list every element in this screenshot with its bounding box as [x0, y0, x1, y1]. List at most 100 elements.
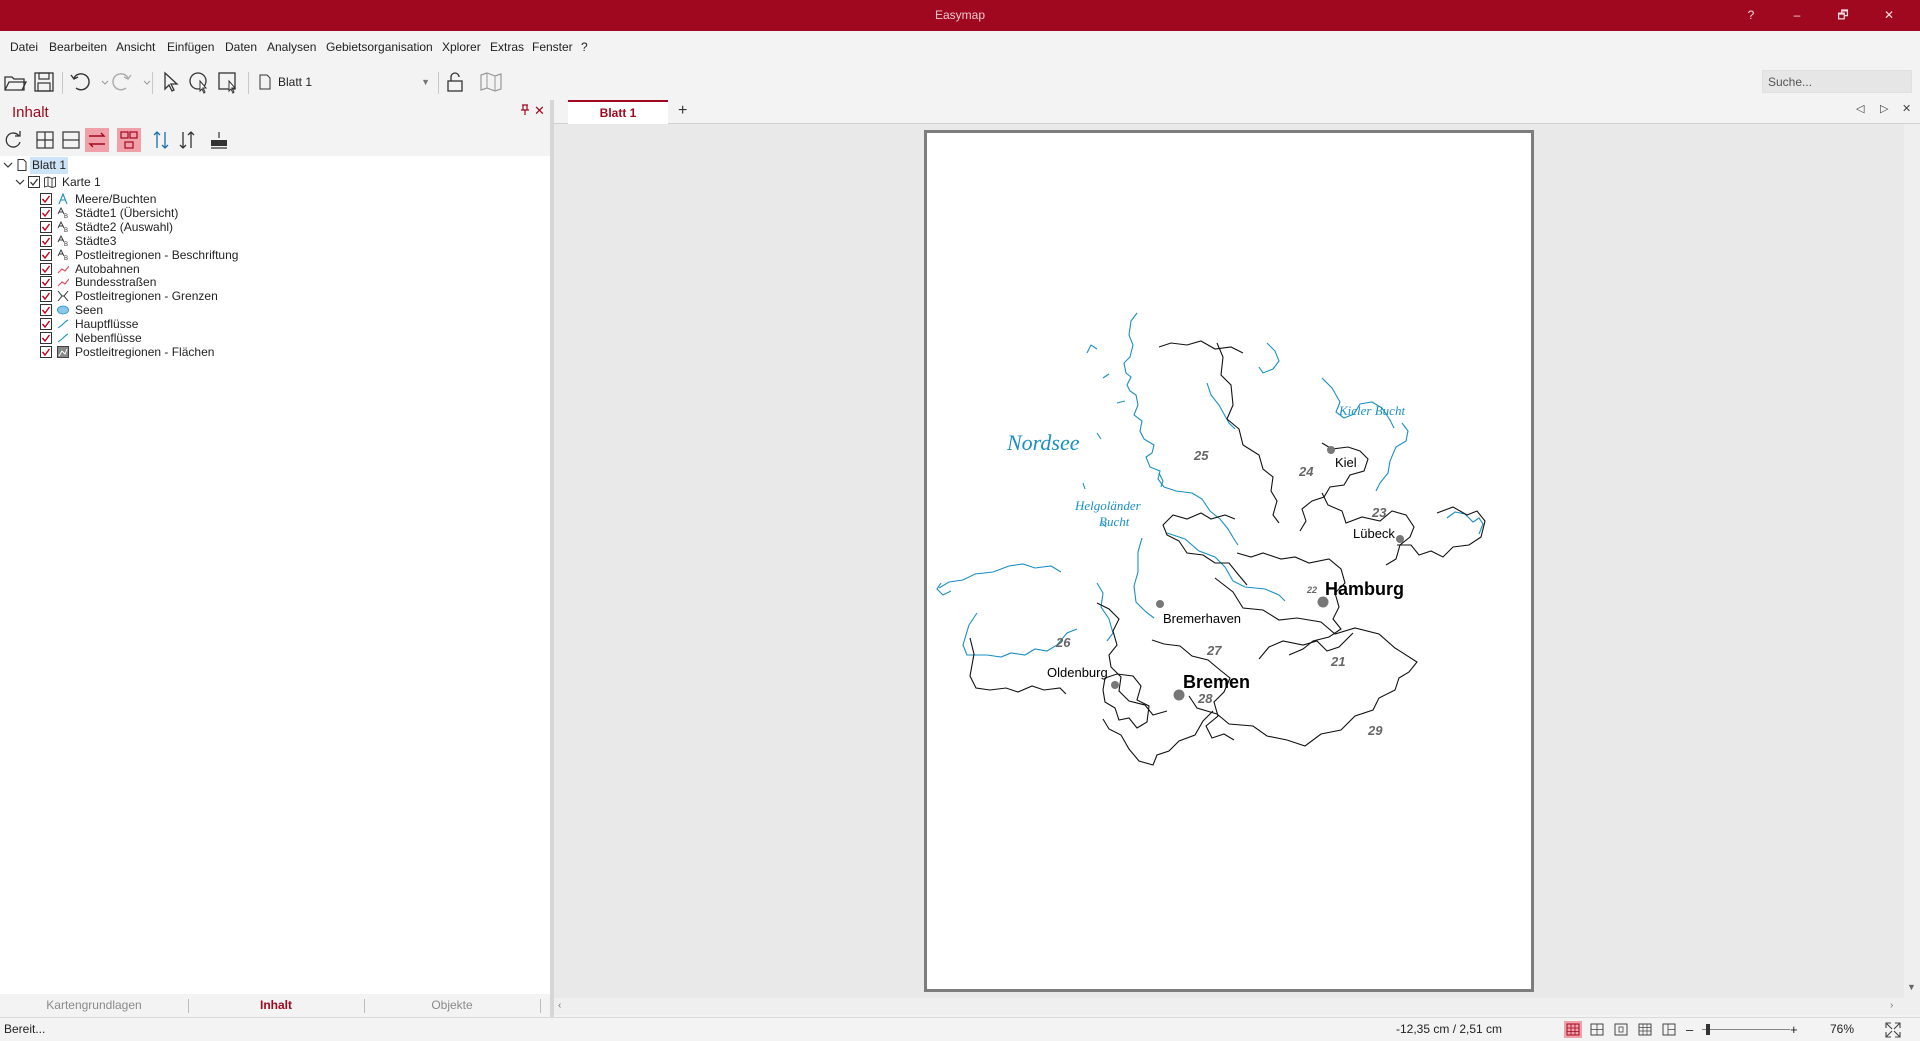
menu-daten[interactable]: Daten: [225, 31, 257, 64]
rect-select-icon[interactable]: [215, 69, 241, 95]
undo-dropdown-icon[interactable]: [92, 69, 109, 95]
menu-einfuegen[interactable]: Einfügen: [167, 31, 214, 64]
search-input[interactable]: [1762, 70, 1912, 93]
cursor-coordinates: -12,35 cm / 2,51 cm: [1396, 1022, 1503, 1036]
chevron-down-icon[interactable]: [2, 159, 14, 171]
restore-button[interactable]: 🗗: [1820, 0, 1866, 31]
circle-select-icon[interactable]: [186, 69, 212, 95]
menu-fenster[interactable]: Fenster: [532, 31, 573, 64]
zoom-out-button[interactable]: –: [1686, 1018, 1693, 1041]
lake-layer-icon: [57, 305, 69, 315]
map-drawing[interactable]: Nordsee Kieler Bucht Helgoländer Bucht 2…: [927, 133, 1531, 989]
close-button[interactable]: ✕: [1866, 0, 1912, 31]
toolbar: Blatt 1 ▼: [0, 64, 1920, 100]
tab-scroll-left-icon[interactable]: ◁: [1856, 102, 1864, 115]
tab-scroll-right-icon[interactable]: ▷: [1880, 102, 1888, 115]
checkbox-checked-icon[interactable]: [40, 318, 52, 331]
checkbox-checked-icon[interactable]: [40, 262, 52, 275]
scroll-down-icon[interactable]: ▼: [1907, 982, 1916, 992]
close-document-icon[interactable]: ✕: [1902, 102, 1911, 115]
sort-ascending-icon[interactable]: [149, 128, 173, 152]
checkbox-checked-icon[interactable]: [28, 176, 40, 188]
checkbox-checked-icon[interactable]: [40, 206, 52, 219]
layer-properties-icon[interactable]: [207, 128, 231, 152]
border-layer-icon: [57, 290, 69, 302]
road-layer-icon: [57, 265, 69, 273]
zoom-in-button[interactable]: +: [1790, 1018, 1798, 1041]
menu-datei[interactable]: Datei: [10, 31, 38, 64]
undo-icon[interactable]: [67, 69, 93, 95]
select-pointer-icon[interactable]: [157, 69, 183, 95]
pin-icon[interactable]: [520, 104, 530, 119]
page-view-icon[interactable]: [1612, 1021, 1630, 1038]
tab-blatt-1[interactable]: Blatt 1: [568, 100, 668, 124]
normal-view-icon[interactable]: [1564, 1021, 1582, 1038]
add-tab-button[interactable]: +: [678, 100, 687, 122]
lock-icon[interactable]: [442, 69, 468, 95]
map-view-icon[interactable]: [478, 69, 504, 95]
grid-view-icon[interactable]: [1588, 1021, 1606, 1038]
expand-all-icon[interactable]: [33, 128, 57, 152]
zoom-slider-track[interactable]: [1702, 1029, 1790, 1030]
menu-extras[interactable]: Extras: [490, 31, 524, 64]
map-icon: [44, 176, 56, 188]
help-button[interactable]: ?: [1728, 0, 1774, 31]
layer-tree: Blatt 1 Karte 1 Meere/Buchten B Städte1 (Ü…: [0, 156, 550, 994]
checkbox-checked-icon[interactable]: [40, 248, 52, 261]
redo-dropdown-icon[interactable]: [134, 69, 151, 95]
checkbox-checked-icon[interactable]: [40, 304, 52, 317]
vertical-scrollbar[interactable]: ▼: [1904, 124, 1920, 998]
city-dot-bremerhaven: [1156, 600, 1164, 608]
checkbox-checked-icon[interactable]: [40, 345, 52, 358]
region-label-26: 26: [1055, 635, 1071, 650]
zoom-slider-thumb[interactable]: [1705, 1024, 1710, 1035]
city-label-luebeck: Lübeck: [1353, 526, 1395, 541]
menu-analysen[interactable]: Analysen: [267, 31, 316, 64]
region-label-23: 23: [1371, 505, 1387, 520]
tree-root-row[interactable]: Blatt 1: [0, 157, 540, 174]
swap-order-icon[interactable]: [85, 128, 109, 152]
collapse-all-icon[interactable]: [59, 128, 83, 152]
menu-ansicht[interactable]: Ansicht: [116, 31, 155, 64]
menu-bearbeiten[interactable]: Bearbeiten: [49, 31, 107, 64]
checkbox-checked-icon[interactable]: [40, 276, 52, 289]
menu-xplorer[interactable]: Xplorer: [442, 31, 481, 64]
sort-descending-icon[interactable]: [175, 128, 199, 152]
panel-close-icon[interactable]: ✕: [534, 103, 545, 119]
tree-map-label: Karte 1: [62, 175, 101, 189]
checkbox-checked-icon[interactable]: [40, 290, 52, 303]
layer-row[interactable]: Postleitregionen - Flächen: [0, 344, 540, 361]
checkbox-checked-icon[interactable]: [40, 193, 52, 205]
table-view-icon[interactable]: [1636, 1021, 1654, 1038]
minimize-button[interactable]: –: [1774, 0, 1820, 31]
open-icon[interactable]: [2, 69, 28, 95]
tree-map-row[interactable]: Karte 1: [0, 174, 540, 191]
chevron-down-icon[interactable]: [14, 176, 26, 188]
map-page[interactable]: Nordsee Kieler Bucht Helgoländer Bucht 2…: [924, 130, 1534, 992]
scroll-right-icon[interactable]: ›: [1890, 1000, 1893, 1011]
split-view-icon[interactable]: [1660, 1021, 1678, 1038]
coastline-water: [936, 312, 1484, 658]
city-dot-oldenburg: [1111, 681, 1119, 689]
refresh-icon[interactable]: [1, 128, 25, 152]
scroll-left-icon[interactable]: ‹: [558, 1000, 561, 1011]
tab-objekte[interactable]: Objekte: [364, 994, 540, 1017]
tab-inhalt[interactable]: Inhalt: [188, 994, 364, 1017]
region-borders: [969, 340, 1486, 766]
checkbox-checked-icon[interactable]: [40, 332, 52, 344]
horizontal-scrollbar[interactable]: ‹ ›: [554, 998, 1920, 1015]
content-panel: Inhalt ✕ Blatt 1 Karte 1 Meere/Buchten B…: [0, 100, 550, 1017]
checkbox-checked-icon[interactable]: [40, 220, 52, 233]
fit-to-window-icon[interactable]: [1884, 1021, 1902, 1039]
redo-icon[interactable]: [109, 69, 135, 95]
menu-gebietsorganisation[interactable]: Gebietsorganisation: [326, 31, 433, 64]
checkbox-checked-icon[interactable]: [40, 234, 52, 247]
label-layer-icon: B: [57, 220, 68, 233]
save-icon[interactable]: [31, 69, 57, 95]
page-select[interactable]: Blatt 1 ▼: [254, 70, 434, 94]
tab-kartengrundlagen[interactable]: Kartengrundlagen: [0, 994, 188, 1017]
label-layer-icon: B: [57, 248, 68, 261]
city-label-oldenburg: Oldenburg: [1047, 665, 1108, 680]
menu-help[interactable]: ?: [581, 31, 588, 64]
group-layers-icon[interactable]: [117, 128, 141, 152]
